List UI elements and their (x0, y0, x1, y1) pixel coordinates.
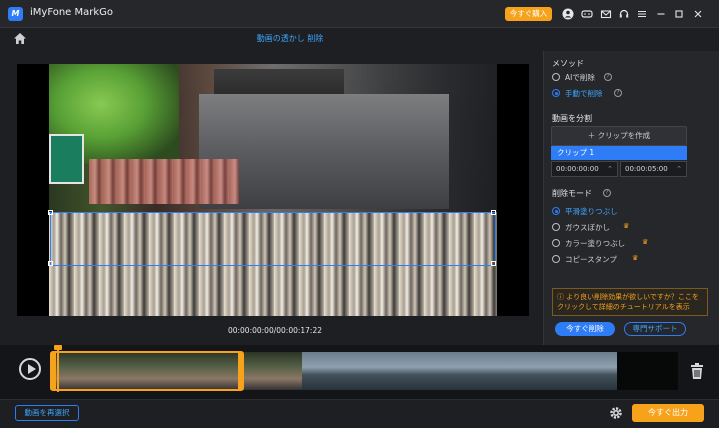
resize-handle-top-right[interactable] (491, 210, 496, 215)
mode-color-label[interactable]: カラー塗りつぶし (565, 238, 625, 249)
method-manual-radio[interactable] (552, 89, 560, 97)
playhead[interactable] (57, 346, 59, 392)
mode-color-radio[interactable] (552, 239, 560, 247)
thumbnail (491, 352, 554, 390)
gear-icon[interactable] (609, 406, 623, 420)
video-content-qr-sign (49, 134, 84, 184)
export-button[interactable]: 今すぐ出力 (632, 404, 704, 422)
maximize-icon[interactable] (673, 8, 685, 20)
end-time-field[interactable]: 00:00:05:00 ⌃ (620, 161, 687, 177)
menu-icon[interactable] (636, 8, 648, 20)
gamepad-icon[interactable] (581, 8, 593, 20)
add-clip-button[interactable]: ＋ クリップを作成 (551, 126, 687, 146)
crown-icon: ♛ (623, 222, 630, 230)
start-time-field[interactable]: 00:00:00:00 ⌃ (551, 161, 618, 177)
clip-item[interactable]: クリップ 1 (551, 146, 687, 160)
thumbnail (239, 352, 302, 390)
reselect-video-button[interactable]: 動画を再選択 (15, 405, 79, 421)
app-logo: M (8, 7, 23, 21)
minimize-icon[interactable] (655, 8, 667, 20)
play-button[interactable] (19, 358, 41, 380)
selection-box[interactable] (50, 212, 496, 266)
stepper-icon[interactable]: ⌃ (607, 162, 613, 176)
thumbnail (302, 352, 365, 390)
app-title: iMyFone MarkGo (30, 7, 114, 18)
resize-handle-top-left[interactable] (48, 210, 53, 215)
start-time-value: 00:00:00:00 (556, 165, 599, 173)
tip-text: より良い削除効果が欲しいですか？ここをクリックして詳細のチュートリアルを表示 (557, 293, 699, 311)
help-icon[interactable]: ? (604, 73, 612, 81)
resize-handle-bottom-left[interactable] (48, 261, 53, 266)
thumbnail (554, 352, 617, 390)
help-icon[interactable]: ? (603, 189, 611, 197)
video-preview (17, 64, 529, 316)
tutorial-tip[interactable]: ⓘ より良い削除効果が欲しいですか？ここをクリックして詳細のチュートリアルを表示 (552, 288, 708, 316)
mail-icon[interactable] (600, 8, 612, 20)
trash-icon[interactable] (690, 363, 704, 380)
method-title: メソッド (552, 59, 584, 68)
video-content-skewers (89, 159, 239, 204)
close-icon[interactable] (692, 8, 704, 20)
buy-now-button[interactable]: 今すぐ購入 (505, 7, 552, 21)
video-frame (49, 64, 497, 316)
page-title: 動画の透かし 削除 (256, 34, 324, 43)
resize-handle-bottom-right[interactable] (491, 261, 496, 266)
method-ai-label[interactable]: AIで削除 (565, 72, 595, 83)
mode-gaussian-radio[interactable] (552, 223, 560, 231)
help-icon[interactable]: ? (614, 89, 622, 97)
mode-gaussian-label[interactable]: ガウスぼかし (565, 222, 610, 233)
mode-smooth-radio[interactable] (552, 207, 560, 215)
end-time-value: 00:00:05:00 (625, 165, 668, 173)
method-ai-radio[interactable] (552, 73, 560, 81)
headset-icon[interactable] (618, 8, 630, 20)
thumbnail (617, 352, 678, 390)
clip-range-selector[interactable] (50, 351, 244, 391)
crown-icon: ♛ (642, 238, 649, 246)
timecode: 00:00:00:00/00:00:17:22 (227, 326, 323, 335)
remove-now-button[interactable]: 今すぐ削除 (555, 322, 615, 336)
info-icon: ⓘ (557, 293, 567, 301)
home-icon[interactable] (13, 32, 27, 45)
mode-title: 削除モード (552, 189, 592, 198)
mode-stamp-label[interactable]: コピースタンプ (565, 254, 617, 265)
mode-smooth-label[interactable]: 平滑塗りつぶし (565, 206, 618, 217)
stepper-icon[interactable]: ⌃ (676, 162, 682, 176)
thumbnail (365, 352, 428, 390)
support-button[interactable]: 専門サポート (624, 322, 686, 336)
crown-icon: ♛ (632, 254, 639, 262)
split-title: 動画を分割 (552, 114, 592, 123)
thumbnail (428, 352, 491, 390)
method-manual-label[interactable]: 手動で削除 (565, 88, 603, 99)
account-icon[interactable] (562, 8, 574, 20)
mode-stamp-radio[interactable] (552, 255, 560, 263)
